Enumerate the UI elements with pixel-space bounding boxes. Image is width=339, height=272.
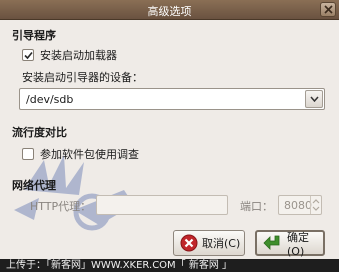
footer-bar: 上传于：「新客网」WWW.XKER.COM「 新客网 」 [0, 259, 339, 272]
device-label: 安装启动引导器的设备： [22, 71, 143, 84]
port-spinbox[interactable]: 8080 [278, 195, 322, 215]
chevron-down-icon [310, 96, 319, 102]
proxy-section-title: 网络代理 [12, 179, 56, 192]
http-proxy-input[interactable] [96, 195, 228, 215]
cancel-icon [180, 234, 198, 252]
device-value: /dev/sdb [26, 93, 74, 106]
spin-arrows-icon [312, 199, 320, 211]
port-spin-buttons[interactable] [310, 196, 321, 214]
ok-button[interactable]: 确定(O) [255, 230, 325, 258]
checkmark-icon [24, 51, 33, 60]
close-icon [324, 5, 333, 14]
close-button[interactable] [320, 2, 336, 17]
device-combo[interactable]: /dev/sdb [19, 88, 325, 110]
install-bootloader-label: 安装启动加载器 [40, 49, 117, 62]
window-title: 高级选项 [147, 5, 192, 18]
title-bar: 高级选项 [0, 0, 339, 20]
footer-text: 上传于：「新客网」WWW.XKER.COM「 新客网 」 [6, 260, 233, 271]
install-bootloader-checkbox[interactable] [22, 49, 34, 61]
cancel-label: 取消(C) [202, 237, 241, 250]
http-proxy-label: HTTP代理： [30, 200, 92, 213]
ok-arrow-icon [263, 235, 280, 250]
install-bootloader-row[interactable]: 安装启动加载器 [22, 47, 117, 63]
port-value: 8080 [284, 199, 312, 212]
cancel-button[interactable]: 取消(C) [173, 230, 245, 256]
device-dropdown-button[interactable] [305, 90, 323, 108]
ok-label: 确定(O) [287, 230, 309, 258]
bootloader-section-title: 引导程序 [12, 29, 56, 42]
port-label: 端口： [240, 200, 273, 213]
popularity-section-title: 流行度对比 [12, 126, 67, 139]
